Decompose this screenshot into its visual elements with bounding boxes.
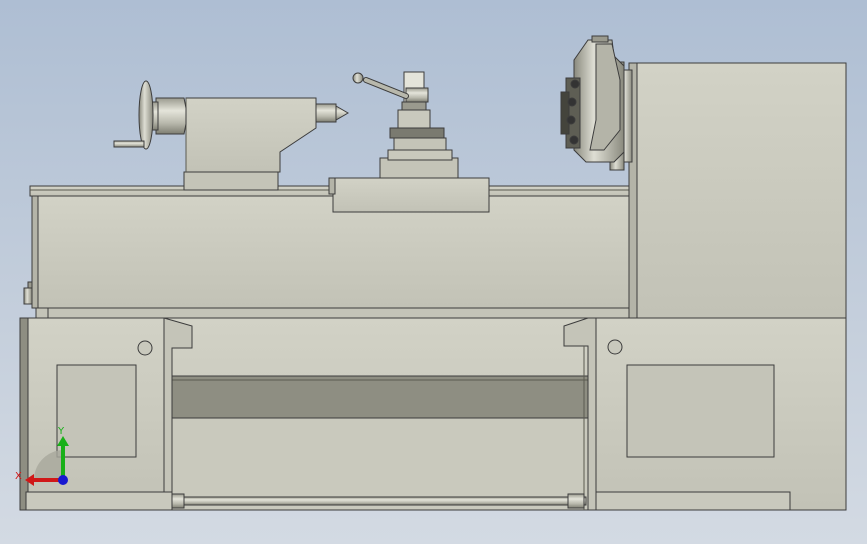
right-door-panel[interactable] xyxy=(626,364,775,458)
y-axis-label: Y xyxy=(57,426,65,437)
headstock-box xyxy=(634,62,847,319)
cross-slide xyxy=(379,157,459,179)
lathe-model-view[interactable]: Y X xyxy=(0,0,867,544)
lathe-base xyxy=(19,317,847,511)
tailstock-quill xyxy=(315,103,337,123)
tailstock-handwheel xyxy=(138,80,154,150)
compound-rest xyxy=(393,137,447,151)
carriage-saddle xyxy=(332,177,490,213)
tailstock[interactable] xyxy=(113,80,349,191)
z-axis-dot xyxy=(58,475,68,485)
carriage xyxy=(328,71,490,213)
chip-tray xyxy=(171,375,589,419)
bed-lower-rail xyxy=(45,307,643,319)
headstock xyxy=(628,62,847,319)
feed-rod xyxy=(175,496,587,506)
graphics-viewport[interactable]: Y X xyxy=(0,0,867,544)
spindle-chuck[interactable] xyxy=(560,35,633,171)
tool-post-lever xyxy=(352,72,364,84)
x-axis-label: X xyxy=(15,471,22,482)
left-bolt-hole xyxy=(137,340,153,356)
tool-post xyxy=(397,109,431,129)
right-bolt-hole xyxy=(607,339,623,355)
live-center xyxy=(335,105,349,121)
handwheel-handle xyxy=(113,140,145,148)
bed-casting xyxy=(35,195,637,309)
left-door-panel[interactable] xyxy=(56,364,137,458)
